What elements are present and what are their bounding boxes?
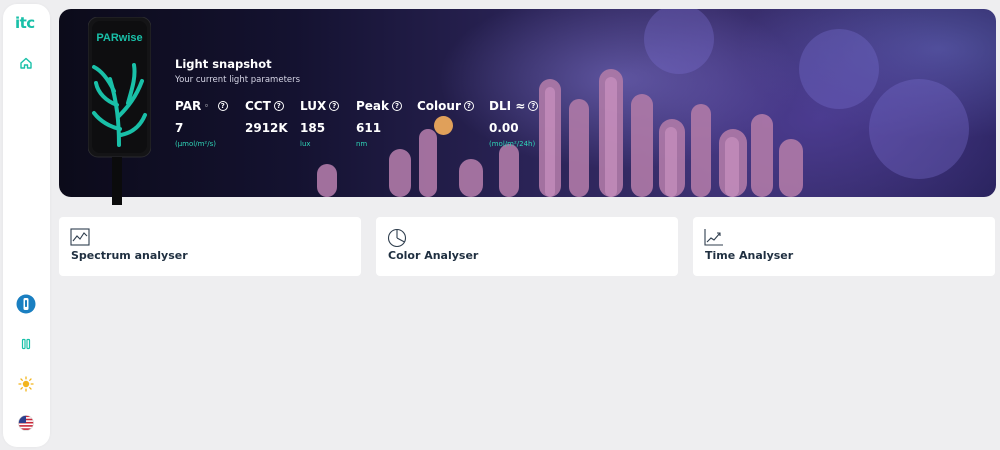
home-icon [20,57,32,69]
sidebar: itc [3,4,50,447]
device-label: PARwise [96,32,142,44]
snapshot-heading-group: Light snapshot Your current light parame… [175,57,300,85]
brand-logo[interactable]: itc [15,14,35,32]
pause-button[interactable] [15,333,37,355]
dli-help-icon[interactable]: ? [528,101,539,111]
dli-unit: (mol/m²/24h) [489,140,536,148]
brightness-button[interactable] [15,373,37,395]
cct-help-icon[interactable]: ? [273,101,284,111]
dli-label: DLI ≈ [489,99,526,113]
lux-label: LUX [300,99,327,113]
colour-help-icon[interactable]: ? [463,101,474,111]
peak-help-icon[interactable]: ? [392,101,403,111]
spectrum-analyser-label: Spectrum analyser [71,249,188,262]
sun-icon [18,376,34,392]
metric-colour: Colour? [417,99,474,135]
peak-value: 611 [356,121,382,135]
metric-peak: Peak? 611 nm [356,99,403,148]
par-unit: (μmol/m²/s) [175,140,216,148]
snapshot-subtitle: Your current light parameters [175,75,301,85]
snapshot-title: Light snapshot [175,57,272,71]
colour-swatch [434,116,453,135]
metric-par: PAR ◦? 7 (μmol/m²/s) [175,99,228,148]
cct-label: CCT [245,99,271,113]
par-help-icon[interactable]: ? [217,101,228,111]
device-button[interactable] [15,293,37,315]
metric-dli: DLI ≈? 0.00 (mol/m²/24h) [489,99,539,148]
lux-unit: lux [300,140,311,148]
peak-unit: nm [356,140,368,148]
time-analyser-label: Time Analyser [705,249,794,262]
device-icon [16,294,36,314]
spectrum-analyser-card[interactable]: Spectrum analyser [59,217,361,276]
us-flag-icon [18,415,34,431]
lux-value: 185 [300,121,326,135]
par-value: 7 [175,121,184,135]
metric-lux: LUX? 185 lux [300,99,340,148]
time-analyser-card[interactable]: Time Analyser [693,217,995,276]
pause-icon [21,338,31,350]
metric-cct: CCT? 2912K [245,99,288,135]
dli-value: 0.00 [489,121,519,135]
color-analyser-label: Color Analyser [388,249,479,262]
lux-help-icon[interactable]: ? [329,101,340,111]
color-analyser-card[interactable]: Color Analyser [376,217,678,276]
refresh-indicator-icon: ◦ [204,102,209,110]
language-button[interactable] [15,412,37,434]
peak-label: Peak [356,99,390,113]
trend-chart-icon [704,229,723,246]
home-button[interactable] [15,52,37,74]
light-snapshot-banner: Light snapshot Your current light parame… [59,9,996,197]
parwise-device-image: PARwise [88,17,151,205]
pie-chart-icon [387,228,407,248]
cct-value: 2912K [245,121,288,135]
par-label: PAR [175,99,202,113]
colour-label: Colour [417,99,461,113]
line-chart-icon [70,228,90,246]
